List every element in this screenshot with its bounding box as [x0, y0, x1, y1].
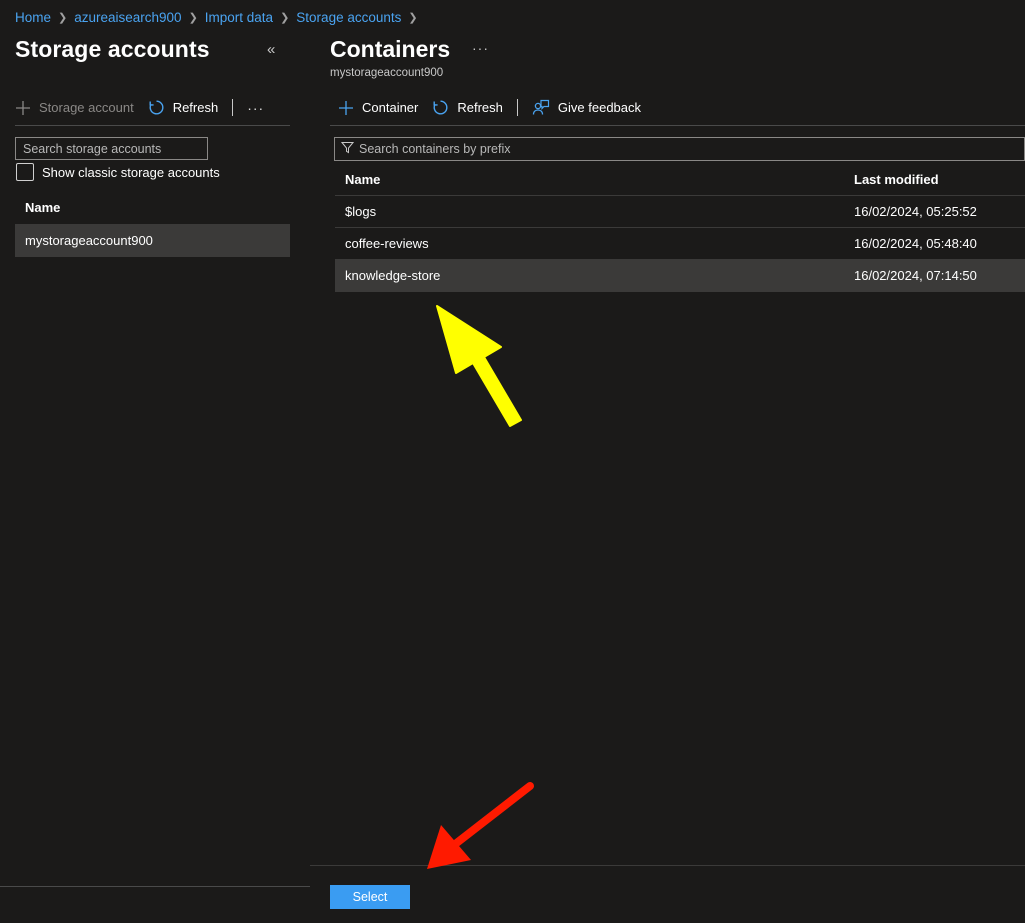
container-name: coffee-reviews [345, 236, 429, 251]
search-storage-accounts-input[interactable] [15, 137, 208, 160]
toolbar-divider [516, 99, 518, 116]
column-header-last-modified[interactable]: Last modified [854, 172, 1025, 187]
table-row[interactable]: $logs 16/02/2024, 05:25:52 [335, 196, 1025, 228]
container-last-modified: 16/02/2024, 05:25:52 [854, 204, 977, 219]
search-containers-field[interactable] [334, 137, 1025, 161]
container-last-modified: 16/02/2024, 07:14:50 [854, 268, 977, 283]
container-name: knowledge-store [345, 268, 441, 283]
chevron-right-icon: ❯ [280, 11, 290, 24]
containers-table: Name Last modified $logs 16/02/2024, 05:… [335, 164, 1025, 292]
storage-account-row[interactable]: mystorageaccount900 [15, 224, 290, 257]
give-feedback-label: Give feedback [557, 100, 642, 115]
plus-icon [338, 100, 354, 116]
table-header: Name Last modified [335, 164, 1025, 196]
table-row[interactable]: coffee-reviews 16/02/2024, 05:48:40 [335, 228, 1025, 260]
plus-icon [15, 100, 31, 116]
breadcrumb-home[interactable]: Home [15, 10, 51, 25]
select-button[interactable]: Select [330, 885, 410, 909]
table-row-selected[interactable]: knowledge-store 16/02/2024, 07:14:50 [335, 260, 1025, 292]
refresh-containers-button[interactable]: Refresh [432, 99, 503, 116]
filter-icon [340, 141, 355, 157]
add-container-button[interactable]: Container [338, 100, 418, 116]
breadcrumb: Home ❯ azureaisearch900 ❯ Import data ❯ … [15, 8, 425, 26]
refresh-storage-accounts-button[interactable]: Refresh [148, 99, 219, 116]
collapse-pane-icon[interactable]: « [267, 41, 275, 58]
show-classic-label: Show classic storage accounts [42, 164, 220, 180]
footer-divider [310, 865, 1025, 866]
chevron-right-icon: ❯ [408, 11, 418, 24]
refresh-icon [148, 99, 165, 116]
containers-pane: Containers ··· mystorageaccount900 Conta… [310, 30, 1025, 923]
show-classic-toggle[interactable]: Show classic storage accounts [16, 163, 220, 181]
add-storage-account-button[interactable]: Storage account [15, 100, 134, 116]
give-feedback-button[interactable]: Give feedback [532, 99, 641, 117]
containers-subtitle: mystorageaccount900 [330, 67, 444, 79]
container-name: $logs [345, 204, 377, 219]
refresh-label: Refresh [457, 100, 503, 115]
container-last-modified: 16/02/2024, 05:48:40 [854, 236, 977, 251]
feedback-icon [532, 99, 550, 117]
breadcrumb-search-service[interactable]: azureaisearch900 [74, 10, 181, 25]
toolbar-divider [232, 99, 234, 116]
breadcrumb-storage-accounts[interactable]: Storage accounts [296, 10, 401, 25]
more-options-icon[interactable]: ··· [472, 40, 489, 56]
add-container-label: Container [362, 100, 419, 115]
add-storage-account-label: Storage account [39, 100, 134, 115]
breadcrumb-import-data[interactable]: Import data [205, 10, 273, 25]
column-header-name: Name [25, 200, 61, 215]
storage-accounts-pane: Storage accounts « Storage account Refre… [0, 30, 310, 923]
show-classic-checkbox[interactable] [16, 163, 34, 181]
refresh-label: Refresh [172, 100, 219, 115]
storage-accounts-toolbar: Storage account Refresh ··· [15, 96, 290, 126]
chevron-right-icon: ❯ [188, 11, 198, 24]
page-title: Storage accounts [15, 36, 210, 62]
more-options-icon[interactable]: ··· [247, 100, 264, 116]
refresh-icon [432, 99, 449, 116]
column-header-name[interactable]: Name [335, 172, 854, 187]
search-containers-input[interactable] [359, 142, 999, 156]
chevron-right-icon: ❯ [58, 11, 68, 24]
divider [0, 886, 310, 887]
containers-toolbar: Container Refresh Give feedback [330, 96, 1025, 126]
containers-title: Containers [330, 36, 451, 62]
